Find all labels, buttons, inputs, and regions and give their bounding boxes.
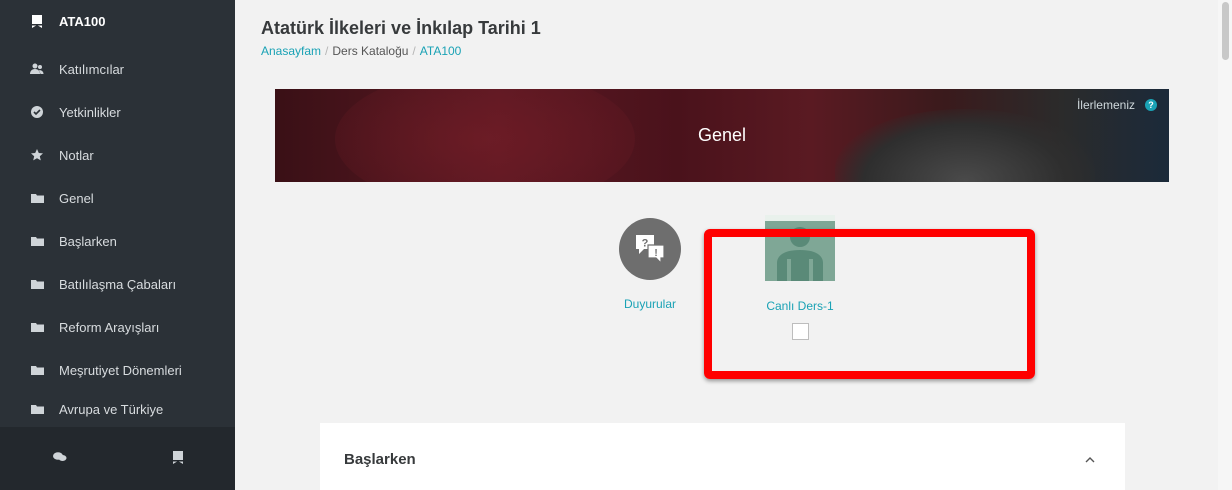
section-banner: Genel İlerlemeniz ? xyxy=(275,89,1169,182)
banner-title: Genel xyxy=(697,125,747,145)
help-icon[interactable]: ? xyxy=(1145,99,1157,111)
folder-icon xyxy=(30,363,44,377)
sidebar-item-label: Notlar xyxy=(59,147,94,163)
sidebar-item-label: Katılımcılar xyxy=(59,61,125,77)
sidebar-item-label: Başlarken xyxy=(59,233,117,249)
sidebar-item-label: Genel xyxy=(59,190,94,206)
sidebar-item-label: Batılılaşma Çabaları xyxy=(59,276,177,292)
scrollbar-thumb[interactable] xyxy=(1222,2,1229,60)
scrollbar-track[interactable] xyxy=(1218,0,1232,490)
sidebar-item-label: Meşrutiyet Dönemleri xyxy=(59,362,182,378)
folder-icon xyxy=(30,402,44,416)
users-icon xyxy=(30,62,44,76)
page-title: Atatürk İlkeleri ve İnkılap Tarihi 1 xyxy=(261,18,541,38)
folder-icon xyxy=(30,320,44,334)
activity-announcements: ? ! Duyurular xyxy=(590,218,710,311)
breadcrumb-separator: / xyxy=(325,44,329,58)
sidebar-item-label: Avrupa ve Türkiye xyxy=(59,401,164,417)
folder-icon xyxy=(30,277,44,291)
chat-icon[interactable] xyxy=(52,449,68,465)
folder-icon xyxy=(30,234,44,248)
highlight-annotation-box xyxy=(704,229,1035,379)
check-circle-icon xyxy=(30,105,44,119)
star-icon xyxy=(30,148,44,162)
sidebar-item-label: ATA100 xyxy=(59,13,106,29)
sidebar-item-label: Yetkinlikler xyxy=(59,104,121,120)
course-book-icon[interactable] xyxy=(170,449,186,465)
breadcrumb: Anasayfam / Ders Kataloğu / ATA100 xyxy=(261,44,461,58)
sidebar-footer xyxy=(0,427,235,490)
progress-label: İlerlemeniz xyxy=(1076,98,1135,112)
breadcrumb-catalog-link[interactable]: Ders Kataloğu xyxy=(332,44,408,58)
forum-icon[interactable]: ? ! xyxy=(619,218,681,280)
activity-link[interactable]: Duyurular xyxy=(590,297,710,311)
breadcrumb-separator: / xyxy=(412,44,416,58)
sidebar: ATA100 Katılımcılar Yetkinlikler Notlar … xyxy=(0,0,235,490)
course-book-icon xyxy=(30,14,44,28)
sidebar-item-participants[interactable]: Katılımcılar xyxy=(0,48,235,90)
section-title: Başlarken xyxy=(344,451,416,468)
sidebar-item-genel[interactable]: Genel xyxy=(0,177,235,219)
sidebar-item-grades[interactable]: Notlar xyxy=(0,134,235,176)
breadcrumb-course-link[interactable]: ATA100 xyxy=(420,44,462,58)
svg-text:!: ! xyxy=(654,248,657,259)
sidebar-item-reform[interactable]: Reform Arayışları xyxy=(0,306,235,348)
folder-icon xyxy=(30,191,44,205)
sidebar-item-course[interactable]: ATA100 xyxy=(0,0,235,42)
section-card: Başlarken xyxy=(320,423,1125,490)
sidebar-item-baslarken[interactable]: Başlarken xyxy=(0,220,235,262)
sidebar-item-label: Reform Arayışları xyxy=(59,319,160,335)
sidebar-item-avrupa[interactable]: Avrupa ve Türkiye xyxy=(0,388,235,430)
chevron-up-icon[interactable] xyxy=(1083,453,1097,465)
sidebar-item-batililasma[interactable]: Batılılaşma Çabaları xyxy=(0,263,235,305)
sidebar-item-competencies[interactable]: Yetkinlikler xyxy=(0,91,235,133)
breadcrumb-home-link[interactable]: Anasayfam xyxy=(261,44,321,58)
sidebar-item-mesrutiyet[interactable]: Meşrutiyet Dönemleri xyxy=(0,349,235,391)
